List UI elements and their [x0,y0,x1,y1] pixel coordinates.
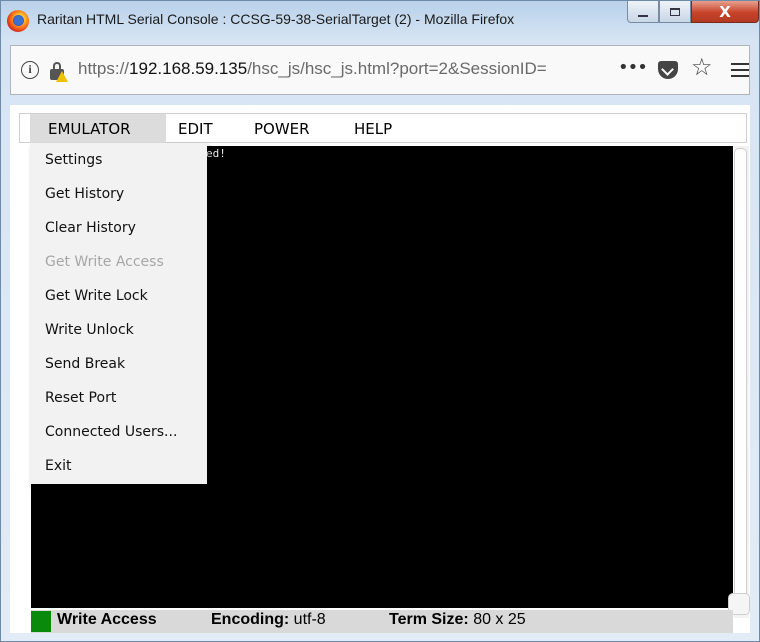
close-icon: X [719,2,731,21]
hamburger-icon[interactable] [731,63,749,77]
menu-item-get-write-access: Get Write Access [45,254,164,270]
term-size-label: Term Size: [389,611,469,628]
title-bar[interactable]: Raritan HTML Serial Console : CCSG-59-38… [1,1,760,39]
menu-help[interactable]: HELP [354,114,392,144]
warning-triangle-icon [56,71,68,82]
encoding-label: Encoding: [211,611,290,628]
menu-item-connected-users[interactable]: Connected Users... [30,415,207,449]
url-fade [566,52,611,88]
status-bar: Write Access Encoding: utf-8 Term Size: … [31,610,733,633]
menu-item-get-history[interactable]: Get History [30,177,207,211]
status-access: Write Access [57,611,157,628]
status-encoding: Encoding: utf-8 [211,611,326,629]
minimize-button[interactable] [627,1,659,23]
maximize-button[interactable] [659,1,691,23]
menu-item-reset-port[interactable]: Reset Port [30,381,207,415]
maximize-icon [670,7,680,16]
url-text[interactable]: https://192.168.59.135/hsc_js/hsc_js.htm… [78,59,606,79]
url-prefix: https:// [78,59,130,78]
browser-window: Raritan HTML Serial Console : CCSG-59-38… [0,0,760,642]
url-path: /hsc_js/hsc_js.html?port=2&SessionID= [247,59,547,78]
menu-power[interactable]: POWER [254,114,310,144]
terminal-top-strip [411,143,733,146]
menu-item-settings[interactable]: Settings [30,143,207,177]
window-controls: X [627,1,759,23]
menu-item-get-write-lock[interactable]: Get Write Lock [30,279,207,313]
encoding-value: utf-8 [293,611,326,628]
term-size-value: 80 x 25 [473,611,526,628]
url-host: 192.168.59.135 [129,59,248,78]
menu-emulator[interactable]: EMULATOR [30,114,166,144]
menu-item-write-unlock[interactable]: Write Unlock [30,313,207,347]
menu-bar: EMULATOR EDIT POWER HELP [19,113,747,144]
emulator-dropdown-menu: Settings Get History Clear History Get W… [30,143,207,484]
pocket-icon[interactable] [658,61,678,79]
scrollbar-track[interactable] [734,148,747,602]
menu-edit[interactable]: EDIT [178,114,213,144]
address-bar[interactable]: i https://192.168.59.135/hsc_js/hsc_js.h… [10,45,750,95]
star-icon[interactable]: ☆ [691,55,713,79]
status-indicator [31,611,51,632]
terminal-text: ed! [206,147,226,160]
menu-item-send-break[interactable]: Send Break [30,347,207,381]
close-button[interactable]: X [691,1,759,23]
menu-item-clear-history[interactable]: Clear History [30,211,207,245]
menu-item-exit[interactable]: Exit [30,449,207,483]
window-title: Raritan HTML Serial Console : CCSG-59-38… [37,11,515,27]
firefox-icon [7,10,29,32]
info-icon[interactable]: i [21,61,39,79]
lock-warning-icon[interactable] [48,60,68,82]
minimize-icon [638,14,648,17]
status-term-size: Term Size: 80 x 25 [389,611,526,629]
more-icon[interactable]: ••• [618,57,648,78]
vertical-scrollbar[interactable] [734,146,749,618]
